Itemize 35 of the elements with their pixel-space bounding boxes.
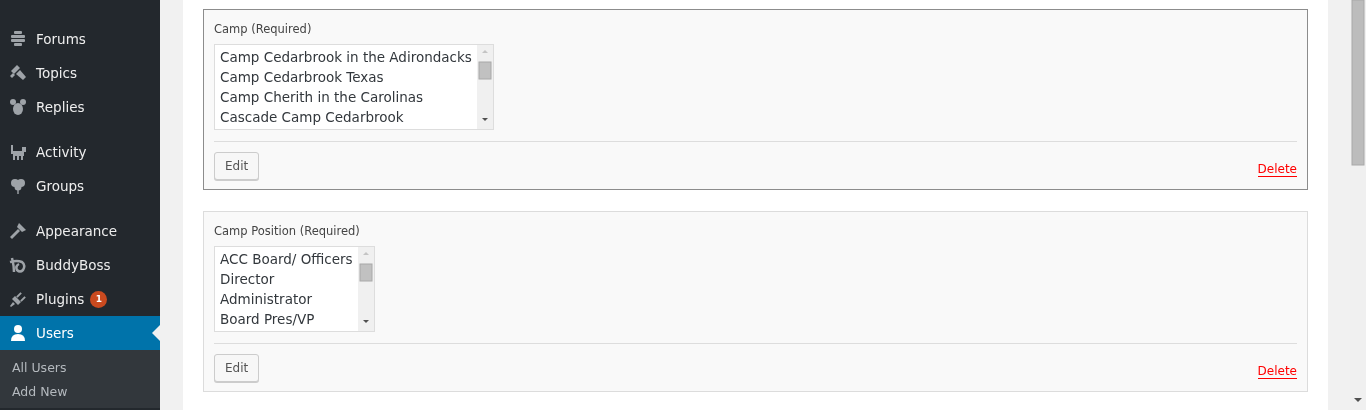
menu-item[interactable]: Activity [0, 135, 160, 169]
list-option[interactable]: Cascade Camp Cedarbrook [220, 107, 472, 127]
menu-item[interactable]: Groups [0, 169, 160, 203]
update-count-badge: 1 [90, 290, 108, 308]
menu-item[interactable]: Appearance [0, 214, 160, 248]
field-label: Camp Position (Required) [214, 224, 361, 238]
menu-item[interactable]: BuddyBoss [0, 248, 160, 282]
menu-item[interactable]: Users [0, 316, 160, 350]
menu-item[interactable]: Replies [0, 90, 160, 124]
field-label: Camp (Required) [214, 22, 313, 36]
delete-link[interactable]: Delete [1257, 363, 1297, 379]
submenu-item[interactable]: All Users [0, 356, 160, 380]
list-option[interactable]: ACC Board/ Officers [220, 249, 353, 269]
edit-button[interactable]: Edit [214, 354, 260, 382]
llama-icon [9, 143, 27, 161]
plug-icon [9, 290, 27, 308]
menu-item[interactable]: Topics [0, 56, 160, 90]
list-option[interactable]: Camp Cedarbrook in the Adirondacks [220, 47, 472, 67]
stacked-discs-icon [9, 30, 27, 48]
person-icon [9, 324, 27, 342]
swirl-logo-icon [9, 256, 27, 274]
list-option[interactable]: Director [220, 269, 353, 289]
tools-icon [9, 64, 27, 82]
delete-link[interactable]: Delete [1257, 161, 1297, 177]
list-option[interactable]: Camp Cherith in the Carolinas [220, 87, 472, 107]
paintbrush-icon [9, 222, 27, 240]
submenu-item[interactable]: Add New [0, 380, 160, 404]
list-option[interactable]: Board Pres/VP [220, 309, 353, 329]
menu-item[interactable]: Plugins 1 [0, 282, 160, 316]
edit-button[interactable]: Edit [214, 152, 260, 180]
menu-item[interactable]: Forums [0, 22, 160, 56]
list-option[interactable]: Administrator [220, 289, 353, 309]
list-option[interactable]: Camp Cedarbrook Texas [220, 67, 472, 87]
select-list[interactable]: Camp Cedarbrook in the Adirondacks Camp Cedarbrook Texas Camp Cherith in the Carolinas Cascade Camp Cedarbrook [214, 44, 494, 130]
select-list[interactable]: ACC Board/ Officers Director Administrator Board Pres/VP [214, 246, 375, 332]
